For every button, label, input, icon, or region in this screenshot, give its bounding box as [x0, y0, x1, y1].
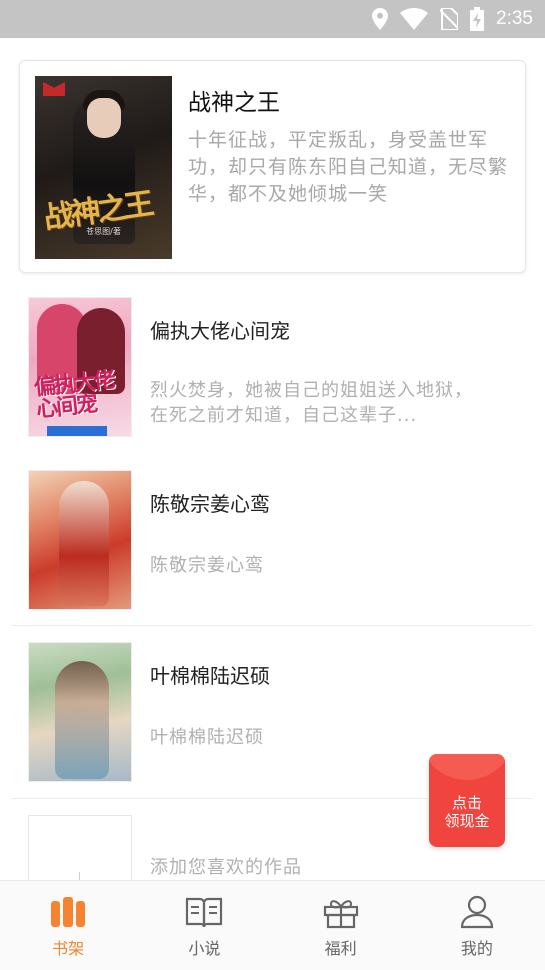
book-cover-title-art: 偏执大佬心间宠: [32, 366, 116, 423]
status-time: 2:35: [496, 8, 533, 29]
nav-tab-bookshelf[interactable]: 书架: [0, 881, 136, 970]
book-description: 叶棉棉陆迟硕: [150, 727, 264, 748]
book-cover[interactable]: [28, 470, 132, 610]
featured-cover-author: 苍思图/著: [86, 227, 121, 236]
nav-tab-mine[interactable]: 我的: [409, 881, 545, 970]
user-icon: [460, 895, 493, 929]
red-packet-text: 点击 领现金: [429, 794, 505, 830]
bottom-nav: 书架 小说 福利 我的: [0, 880, 545, 970]
add-book-text[interactable]: 添加您喜欢的作品: [150, 855, 490, 880]
book-description: 陈敬宗姜心鸾: [150, 555, 264, 576]
nav-label: 我的: [460, 939, 493, 958]
book-cover[interactable]: 偏执大佬心间宠: [28, 297, 132, 437]
red-packet-flap: [429, 754, 505, 780]
divider: [12, 625, 533, 626]
nav-tab-novels[interactable]: 小说: [136, 881, 272, 970]
publisher-logo: [43, 82, 65, 96]
plus-icon: [79, 872, 80, 880]
battery-charging-icon: [470, 7, 485, 31]
status-icons: 2:35: [372, 7, 533, 31]
no-sim-icon: [440, 8, 459, 30]
wifi-icon: [400, 8, 429, 30]
book-list-item[interactable]: 偏执大佬心间宠 偏执大佬心间宠 烈火焚身，她被自己的姐姐送入地狱，在死之前才知道…: [12, 285, 533, 458]
red-packet-line2: 领现金: [444, 812, 490, 830]
location-icon: [372, 8, 389, 30]
nav-label: 小说: [188, 939, 221, 958]
book-title[interactable]: 叶棉棉陆迟硕: [150, 660, 270, 689]
book-list-item[interactable]: 陈敬宗姜心鸾 陈敬宗姜心鸾: [12, 458, 533, 631]
book-title[interactable]: 陈敬宗姜心鸾: [150, 488, 270, 517]
status-bar: 2:35: [0, 0, 545, 38]
nav-label: 书架: [52, 939, 85, 958]
red-packet-line1: 点击: [451, 794, 482, 812]
featured-book-title[interactable]: 战神之王: [188, 83, 280, 117]
featured-book-card[interactable]: 战神之王 苍思图/著 战神之王 十年征战，平定叛乱，身受盖世军功，却只有陈东阳自…: [19, 60, 526, 273]
featured-book-description: 十年征战，平定叛乱，身受盖世军功，却只有陈东阳自己知道，无尽繁华，都不及她倾城一…: [188, 129, 509, 205]
featured-book-cover[interactable]: 战神之王 苍思图/著: [35, 76, 172, 259]
book-cover[interactable]: [28, 642, 132, 782]
book-title[interactable]: 偏执大佬心间宠: [150, 315, 290, 344]
gift-icon: [323, 900, 358, 929]
cover-tag: [47, 426, 107, 436]
nav-label: 福利: [324, 939, 357, 958]
add-book-placeholder-cover[interactable]: [28, 815, 132, 880]
bookshelf-icon: [51, 897, 86, 927]
nav-tab-welfare[interactable]: 福利: [273, 881, 409, 970]
open-book-icon: [186, 897, 223, 928]
cover-figure: [55, 661, 109, 779]
cover-figure-face: [87, 98, 121, 138]
cover-figure: [59, 481, 109, 606]
red-packet-button[interactable]: 点击 领现金: [429, 754, 505, 847]
book-description: 烈火焚身，她被自己的姐姐送入地狱，在死之前才知道，自己这辈子...: [150, 380, 473, 426]
